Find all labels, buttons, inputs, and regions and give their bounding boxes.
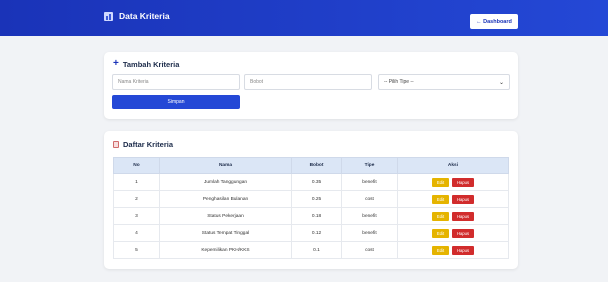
clipboard-icon: [113, 141, 119, 148]
edit-button[interactable]: Edit: [432, 228, 449, 238]
simpan-button[interactable]: Simpan: [112, 95, 240, 109]
table-row: 2 Penghasilan Bulanan 0.25 cost Edit Hapus: [113, 190, 509, 208]
cell-nama: Kepemilikan PKH/KKS: [159, 241, 292, 259]
cell-nama: Jumlah Tanggungan: [159, 173, 292, 191]
criteria-list-title: Daftar Kriteria: [123, 140, 174, 149]
cell-no: 1: [113, 173, 160, 191]
cell-no: 5: [113, 241, 160, 259]
cell-tipe: cost: [341, 241, 398, 259]
criteria-list-heading: Daftar Kriteria: [113, 140, 173, 149]
cell-nama: Status Tempat Tinggal: [159, 224, 292, 242]
chevron-down-icon: ⌄: [498, 79, 504, 86]
table-row: 4 Status Tempat Tinggal 0.12 benefit Edit Hap…: [113, 224, 509, 242]
cell-tipe: benefit: [341, 173, 398, 191]
cell-tipe: benefit: [341, 207, 398, 225]
cell-aksi: Edit Hapus: [397, 224, 509, 242]
cell-aksi: Edit Hapus: [397, 241, 509, 259]
hapus-button[interactable]: Hapus: [452, 228, 474, 238]
cell-bobot: 0.18: [291, 207, 342, 225]
tipe-select[interactable]: -- Pilih Tipe -- ⌄: [378, 74, 510, 90]
table-row: 1 Jumlah Tanggungan 0.35 benefit Edit Hapus: [113, 173, 509, 191]
cell-aksi: Edit Hapus: [397, 173, 509, 191]
cell-tipe: cost: [341, 190, 398, 208]
top-navbar: Data Kriteria ← Dashboard: [0, 0, 608, 36]
table-header-row: No Nama Bobot Tipe Aksi: [113, 157, 509, 174]
edit-button[interactable]: Edit: [432, 177, 449, 187]
cell-bobot: 0.1: [291, 241, 342, 259]
cell-bobot: 0.35: [291, 173, 342, 191]
criteria-table: No Nama Bobot Tipe Aksi 1 Jumlah Tanggung…: [113, 157, 509, 259]
cell-aksi: Edit Hapus: [397, 207, 509, 225]
hapus-button[interactable]: Hapus: [452, 194, 474, 204]
brand: Data Kriteria: [104, 11, 170, 21]
edit-button[interactable]: Edit: [432, 245, 449, 255]
hapus-button[interactable]: Hapus: [452, 211, 474, 221]
column-header-aksi: Aksi: [397, 157, 509, 174]
cell-bobot: 0.25: [291, 190, 342, 208]
page-title: Data Kriteria: [119, 11, 170, 21]
tipe-select-value: -- Pilih Tipe --: [384, 79, 414, 85]
cell-no: 2: [113, 190, 160, 208]
hapus-button[interactable]: Hapus: [452, 177, 474, 187]
cell-nama: Penghasilan Bulanan: [159, 190, 292, 208]
nama-kriteria-input[interactable]: Nama Kriteria: [112, 74, 240, 90]
table-row: 3 Status Pekerjaan 0.18 benefit Edit Hapus: [113, 207, 509, 225]
table-row: 5 Kepemilikan PKH/KKS 0.1 cost Edit Hapus: [113, 241, 509, 259]
cell-aksi: Edit Hapus: [397, 190, 509, 208]
edit-button[interactable]: Edit: [432, 194, 449, 204]
cell-tipe: benefit: [341, 224, 398, 242]
cell-no: 3: [113, 207, 160, 225]
plus-icon: +: [113, 58, 119, 69]
add-criteria-heading: + Tambah Kriteria: [113, 59, 179, 69]
column-header-bobot: Bobot: [291, 157, 342, 174]
criteria-list-card: Daftar Kriteria No Nama Bobot Tipe Aksi …: [104, 131, 518, 269]
bobot-input[interactable]: Bobot: [244, 74, 372, 90]
column-header-nama: Nama: [159, 157, 292, 174]
column-header-no: No: [113, 157, 160, 174]
chart-icon: [104, 11, 113, 21]
add-criteria-card: + Tambah Kriteria Nama Kriteria Bobot --…: [104, 52, 518, 119]
column-header-tipe: Tipe: [341, 157, 398, 174]
dashboard-button[interactable]: ← Dashboard: [470, 14, 518, 29]
edit-button[interactable]: Edit: [432, 211, 449, 221]
hapus-button[interactable]: Hapus: [452, 245, 474, 255]
cell-no: 4: [113, 224, 160, 242]
cell-bobot: 0.12: [291, 224, 342, 242]
cell-nama: Status Pekerjaan: [159, 207, 292, 225]
add-criteria-title: Tambah Kriteria: [122, 59, 180, 69]
